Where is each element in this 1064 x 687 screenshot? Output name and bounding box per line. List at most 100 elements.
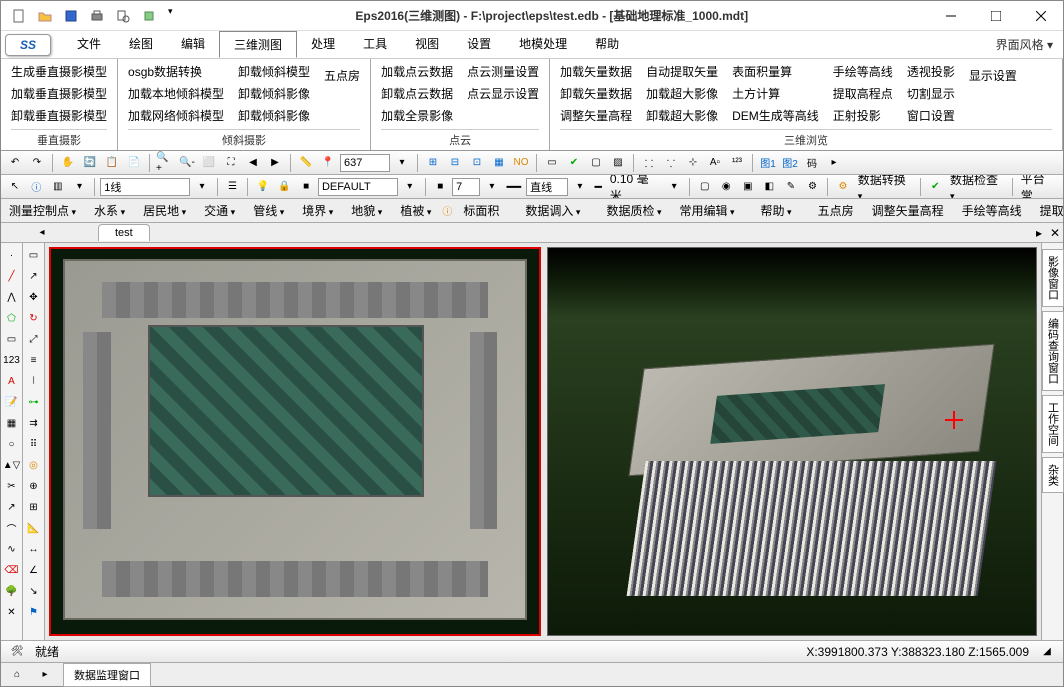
tab-boundary[interactable]: 境界 bbox=[294, 200, 341, 221]
new-file-icon[interactable] bbox=[9, 6, 29, 26]
cmd-five-point[interactable]: 五点房 bbox=[324, 67, 360, 85]
data-check-button[interactable]: 数据检查 bbox=[947, 175, 1007, 199]
tool2-flag-icon[interactable]: ⚑ bbox=[25, 603, 42, 621]
info-badge-icon[interactable]: ⓘ bbox=[441, 201, 453, 221]
cmd-surface-area[interactable]: 表面积量算 bbox=[732, 63, 819, 81]
tool-text-icon[interactable]: A bbox=[3, 372, 20, 390]
tool-extend-icon[interactable]: ↗ bbox=[3, 498, 20, 516]
layer-icon[interactable]: ▭ bbox=[542, 153, 562, 173]
tool-b-icon[interactable]: ◉ bbox=[716, 177, 736, 197]
tool2-move-icon[interactable]: ✥ bbox=[25, 288, 42, 306]
linestyle-select[interactable] bbox=[526, 178, 568, 196]
panel-misc[interactable]: 杂类 bbox=[1042, 457, 1064, 493]
zoom-value-input[interactable] bbox=[340, 154, 390, 172]
tool-123-icon[interactable]: 123 bbox=[3, 351, 20, 369]
dropdown-icon[interactable]: ▾ bbox=[392, 153, 412, 173]
panel-code-query[interactable]: 编码查询窗口 bbox=[1042, 311, 1064, 391]
zoom-extent-icon[interactable]: ⛶ bbox=[221, 153, 241, 173]
print-icon[interactable] bbox=[87, 6, 107, 26]
platform-button[interactable]: 平台常 bbox=[1018, 175, 1059, 199]
qat-dropdown-icon[interactable]: ▾ bbox=[165, 6, 176, 26]
data-convert-icon[interactable]: ⚙ bbox=[833, 177, 853, 197]
tool-delete-icon[interactable]: ⌫ bbox=[3, 561, 20, 579]
fill-icon[interactable]: ▨ bbox=[608, 153, 628, 173]
save-icon[interactable] bbox=[61, 6, 81, 26]
tool2-snap-icon[interactable]: ⊕ bbox=[25, 477, 42, 495]
cmd-dem-contour[interactable]: DEM生成等高线 bbox=[732, 107, 819, 125]
tool2-join-icon[interactable]: ⊶ bbox=[25, 393, 42, 411]
no-icon[interactable]: NO bbox=[511, 153, 531, 173]
tool2-offset-icon[interactable]: ⇉ bbox=[25, 414, 42, 432]
tool2-pick-icon[interactable]: ↗ bbox=[25, 267, 42, 285]
snap-grid-icon[interactable]: ⊹ bbox=[683, 153, 703, 173]
cmd-unload-vertical-model[interactable]: 卸载垂直摄影模型 bbox=[11, 107, 107, 125]
menu-file[interactable]: 文件 bbox=[63, 31, 115, 58]
tool-d-icon[interactable]: ◧ bbox=[760, 177, 780, 197]
tab-qc[interactable]: 数据质检 bbox=[598, 200, 669, 221]
cmd-unload-oblique-model[interactable]: 卸载倾斜模型 bbox=[238, 63, 310, 81]
dd6-icon[interactable]: ▾ bbox=[570, 177, 590, 197]
document-tab[interactable]: test bbox=[98, 224, 150, 241]
menu-draw[interactable]: 绘图 bbox=[115, 31, 167, 58]
cmd-unload-vector[interactable]: 卸载矢量数据 bbox=[560, 85, 632, 103]
tab-pipeline[interactable]: 管线 bbox=[245, 200, 292, 221]
tool-rect-icon[interactable]: ▭ bbox=[3, 330, 20, 348]
cmd-unload-large-image[interactable]: 卸载超大影像 bbox=[646, 107, 718, 125]
tool-a-icon[interactable]: ▢ bbox=[695, 177, 715, 197]
snap-mid-icon[interactable]: ⸪ bbox=[661, 153, 681, 173]
rotate-icon[interactable]: 🔄 bbox=[80, 153, 100, 173]
maximize-button[interactable] bbox=[973, 2, 1018, 30]
tool2-array-icon[interactable]: ⠿ bbox=[25, 435, 42, 453]
tool2-target-icon[interactable]: ◎ bbox=[25, 456, 42, 474]
menu-settings[interactable]: 设置 bbox=[453, 31, 505, 58]
tool2-select-icon[interactable]: ▭ bbox=[25, 246, 42, 264]
cmd-load-pointcloud[interactable]: 加载点云数据 bbox=[381, 63, 453, 81]
check-icon[interactable]: ✔ bbox=[564, 153, 584, 173]
layer-name-select[interactable] bbox=[318, 178, 398, 196]
tab-water[interactable]: 水系 bbox=[86, 200, 133, 221]
tab-vegetation[interactable]: 植被 bbox=[392, 200, 439, 221]
tab-extract-elev[interactable]: 提取高程点 bbox=[1032, 200, 1063, 221]
tool-spline-icon[interactable]: ∿ bbox=[3, 540, 20, 558]
tool-cross-icon[interactable]: ✕ bbox=[3, 603, 20, 621]
status-corner-icon[interactable]: ◢ bbox=[1037, 642, 1057, 662]
selection-icon[interactable]: ↖ bbox=[5, 177, 25, 197]
tool-e-icon[interactable]: ✎ bbox=[781, 177, 801, 197]
app-logo[interactable]: SS bbox=[5, 34, 51, 56]
data-convert-button[interactable]: 数据转换 bbox=[855, 175, 915, 199]
grid2-icon[interactable]: ⊟ bbox=[445, 153, 465, 173]
bottom-home-icon[interactable]: ⌂ bbox=[7, 665, 27, 685]
tool-circle-icon[interactable]: ○ bbox=[3, 435, 20, 453]
cmd-extract-elevation[interactable]: 提取高程点 bbox=[833, 85, 893, 103]
settings-icon[interactable] bbox=[139, 6, 159, 26]
marker-icon[interactable]: 📍 bbox=[318, 153, 338, 173]
bottom-expand-icon[interactable]: ▸ bbox=[35, 665, 55, 685]
tool2-angle-icon[interactable]: ∠ bbox=[25, 561, 42, 579]
tool-line-icon[interactable]: ╱ bbox=[3, 267, 20, 285]
fig2-icon[interactable]: 图2 bbox=[780, 153, 800, 173]
grid-icon[interactable]: ⊞ bbox=[423, 153, 443, 173]
color-black-icon[interactable]: ■ bbox=[431, 177, 451, 197]
tool-trim-icon[interactable]: ✂ bbox=[3, 477, 20, 495]
menu-process[interactable]: 处理 bbox=[297, 31, 349, 58]
tool-note-icon[interactable]: 📝 bbox=[3, 393, 20, 411]
doctab-next-icon[interactable]: ▸ bbox=[1031, 226, 1047, 240]
tool2-leader-icon[interactable]: ↘ bbox=[25, 582, 42, 600]
layer-panel-icon[interactable]: ▥ bbox=[48, 177, 68, 197]
code-icon[interactable]: 码 bbox=[802, 153, 822, 173]
cmd-earthwork[interactable]: 土方计算 bbox=[732, 85, 819, 103]
cmd-display-settings[interactable]: 显示设置 bbox=[969, 67, 1017, 85]
cmd-persp-proj[interactable]: 透视投影 bbox=[907, 63, 955, 81]
menu-help[interactable]: 帮助 bbox=[581, 31, 633, 58]
fig1-icon[interactable]: 图1 bbox=[758, 153, 778, 173]
cmd-unload-oblique-image2[interactable]: 卸载倾斜影像 bbox=[238, 107, 310, 125]
cmd-load-net-oblique[interactable]: 加载网络倾斜模型 bbox=[128, 107, 224, 125]
dd5-icon[interactable]: ▾ bbox=[482, 177, 502, 197]
cmd-ortho-proj[interactable]: 正射投影 bbox=[833, 107, 893, 125]
tab-common-edit[interactable]: 常用编辑 bbox=[671, 200, 742, 221]
grid4-icon[interactable]: ▦ bbox=[489, 153, 509, 173]
cmd-pc-display-settings[interactable]: 点云显示设置 bbox=[467, 85, 539, 103]
paste-icon[interactable]: 📄 bbox=[124, 153, 144, 173]
layers-stack-icon[interactable]: ☰ bbox=[223, 177, 243, 197]
pan-icon[interactable]: ✋ bbox=[58, 153, 78, 173]
